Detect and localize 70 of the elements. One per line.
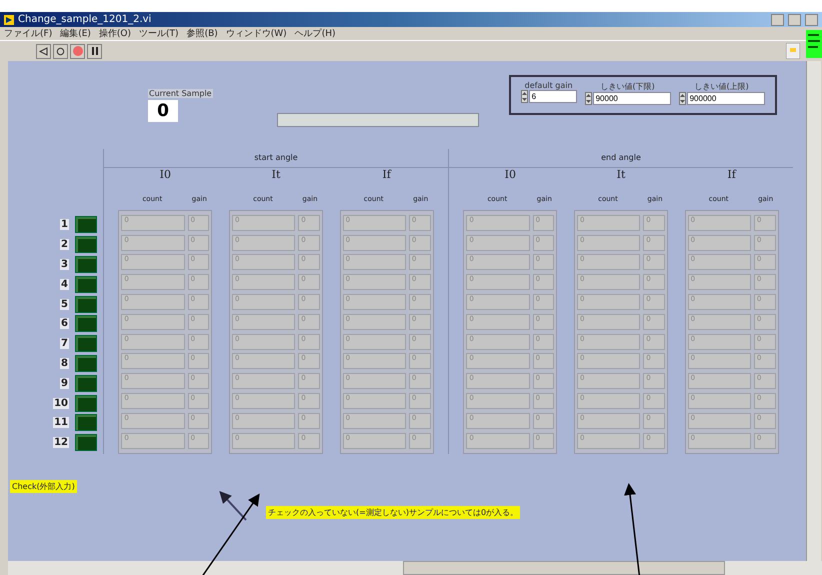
- group-title: start angle: [104, 149, 448, 168]
- sample-number: 5: [60, 298, 69, 310]
- help-icon: [786, 43, 800, 59]
- sample-number: 1: [60, 219, 69, 230]
- close-button[interactable]: [805, 14, 818, 26]
- sample-number: 9: [60, 378, 69, 389]
- sample-checkbox[interactable]: [75, 335, 97, 352]
- spinner-icon[interactable]: [584, 92, 592, 105]
- scroll-thumb[interactable]: [403, 561, 725, 575]
- note-label: チェックの入っていない(=測定しない)サンプルについては0が入る。: [266, 506, 520, 519]
- horizontal-scrollbar[interactable]: [8, 561, 822, 575]
- channel-name: It: [270, 168, 282, 183]
- sample-checkbox[interactable]: [75, 216, 97, 234]
- setting-label: default gain: [524, 81, 574, 90]
- menu-item[interactable]: ファイル(F): [4, 27, 52, 40]
- sample-number: 8: [60, 358, 69, 369]
- setting-field[interactable]: 90000: [592, 92, 671, 105]
- sample-checkbox[interactable]: [75, 414, 97, 432]
- check-label: Check(外部入力): [10, 480, 77, 493]
- setting-field[interactable]: 900000: [686, 92, 765, 105]
- sample-checkbox[interactable]: [75, 354, 97, 372]
- vertical-scrollbar[interactable]: [806, 61, 821, 561]
- menu-item[interactable]: 操作(O): [98, 27, 132, 40]
- sample-number: 10: [53, 398, 69, 409]
- channel-name: I0: [504, 168, 517, 183]
- sample-number: 12: [53, 437, 69, 448]
- minimize-button[interactable]: [771, 14, 784, 26]
- sample-checkbox[interactable]: [75, 434, 97, 452]
- sample-checkbox[interactable]: [75, 394, 97, 412]
- current-sample-display: 0: [148, 100, 178, 122]
- sample-number: 7: [60, 338, 69, 350]
- sample-checkbox[interactable]: [75, 374, 97, 392]
- sample-checkbox[interactable]: [75, 296, 97, 313]
- menu-item[interactable]: 編集(E): [60, 27, 91, 40]
- sample-number: 11: [53, 417, 69, 428]
- cycle-icon: [56, 46, 65, 56]
- menu-item[interactable]: ヘルプ(H): [294, 27, 336, 40]
- sample-checkbox[interactable]: [75, 276, 97, 293]
- sample-number: 2: [60, 239, 69, 250]
- window-title: Change_sample_1201_2.vi: [18, 14, 152, 25]
- channel-name: It: [616, 168, 626, 183]
- vi-icon: [806, 30, 822, 58]
- pause-button[interactable]: [87, 44, 102, 58]
- pause-icon: [90, 47, 98, 55]
- setting-label: しきい値(下限): [599, 81, 656, 92]
- spinner-icon[interactable]: [678, 92, 686, 105]
- channel-name: If: [381, 168, 392, 183]
- sample-checkbox[interactable]: [75, 236, 97, 254]
- sample-number: 4: [60, 278, 69, 290]
- panel-arrow: [219, 491, 247, 521]
- menu-item[interactable]: 参照(B): [186, 27, 218, 40]
- spinner-icon[interactable]: [520, 90, 528, 103]
- menu-item[interactable]: ツール(T): [139, 27, 179, 40]
- arrow-icon: [39, 46, 48, 56]
- channel-name: If: [726, 168, 738, 183]
- stop-icon: [72, 46, 82, 56]
- run-button[interactable]: [36, 44, 51, 58]
- sample-checkbox[interactable]: [75, 256, 97, 273]
- sample-number: 6: [60, 318, 69, 330]
- run-continuously-button[interactable]: [53, 44, 68, 58]
- maximize-button[interactable]: [788, 14, 801, 26]
- sample-checkbox[interactable]: [75, 315, 97, 332]
- sample-number: 3: [60, 258, 69, 270]
- setting-field[interactable]: 6: [528, 90, 577, 103]
- current-sample-label: Current Sample: [148, 89, 213, 98]
- app-icon: [4, 14, 14, 24]
- group-title: end angle: [449, 149, 793, 168]
- channel-name: I0: [158, 168, 172, 183]
- menu-item[interactable]: ウィンドウ(W): [226, 27, 287, 40]
- setting-label: しきい値(上限): [693, 81, 750, 92]
